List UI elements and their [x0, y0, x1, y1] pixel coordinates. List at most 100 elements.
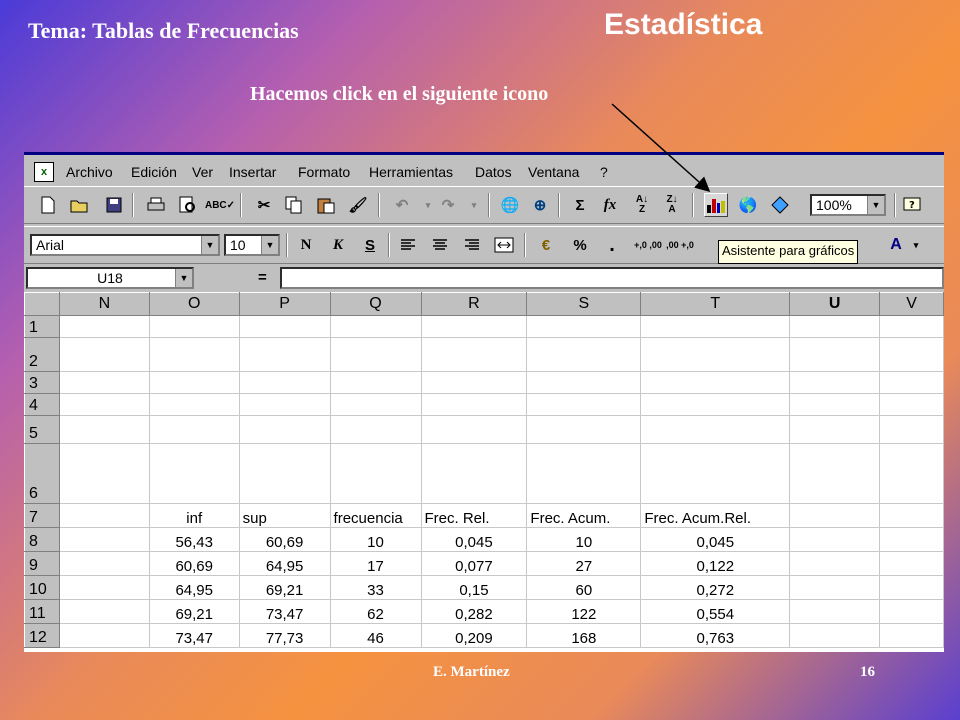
chevron-down-icon[interactable]: ▼: [201, 236, 218, 254]
cell[interactable]: 60: [526, 575, 642, 600]
autosum-icon[interactable]: Σ: [568, 193, 592, 217]
cell[interactable]: 64,95: [238, 551, 331, 576]
thousands-button[interactable]: .: [600, 233, 624, 257]
cell[interactable]: [420, 393, 528, 416]
cell[interactable]: [148, 393, 240, 416]
row-header[interactable]: 2: [24, 337, 60, 372]
cell[interactable]: [640, 415, 791, 444]
cell[interactable]: 64,95: [148, 575, 240, 600]
cell[interactable]: [879, 599, 944, 624]
italic-button[interactable]: K: [326, 233, 350, 257]
cell[interactable]: Frec. Rel.: [420, 503, 528, 528]
cell[interactable]: [526, 415, 642, 444]
font-color-dropdown-icon[interactable]: ▾: [904, 233, 928, 257]
cell[interactable]: 69,21: [148, 599, 240, 624]
cell[interactable]: 0,554: [640, 599, 791, 624]
menu-ayuda[interactable]: ?: [600, 164, 608, 180]
cell[interactable]: 60,69: [148, 551, 240, 576]
cell[interactable]: 0,045: [420, 527, 528, 552]
cell[interactable]: [879, 623, 944, 648]
cell[interactable]: [879, 415, 944, 444]
cell[interactable]: 77,73: [238, 623, 331, 648]
chevron-down-icon[interactable]: ▼: [175, 269, 192, 287]
cell[interactable]: [329, 315, 422, 338]
name-box[interactable]: U18 ▼: [26, 267, 194, 289]
column-header[interactable]: T: [640, 292, 791, 316]
web-toolbar-icon[interactable]: ⊕: [528, 193, 552, 217]
cell[interactable]: [789, 443, 881, 504]
menu-insertar[interactable]: Insertar: [229, 164, 276, 180]
paste-icon[interactable]: [314, 193, 338, 217]
cell[interactable]: [526, 337, 642, 372]
cell[interactable]: [329, 415, 422, 444]
cell[interactable]: [789, 527, 881, 552]
workbook-icon[interactable]: x: [34, 162, 54, 182]
cell[interactable]: [640, 443, 791, 504]
chevron-down-icon[interactable]: ▼: [867, 196, 884, 214]
column-header[interactable]: U: [789, 292, 881, 316]
cell[interactable]: [879, 503, 944, 528]
cell[interactable]: [789, 503, 881, 528]
row-header[interactable]: 10: [24, 575, 60, 600]
row-header[interactable]: 5: [24, 415, 60, 444]
cell[interactable]: [526, 393, 642, 416]
cell[interactable]: [879, 393, 944, 416]
cell[interactable]: [238, 315, 331, 338]
row-header[interactable]: 4: [24, 393, 60, 416]
zoom-select[interactable]: 100% ▼: [810, 194, 886, 216]
cell[interactable]: 60,69: [238, 527, 331, 552]
cell[interactable]: [58, 315, 150, 338]
currency-button[interactable]: €: [534, 233, 558, 257]
merge-center-icon[interactable]: [492, 233, 516, 257]
cell[interactable]: [789, 415, 881, 444]
chart-wizard-icon[interactable]: [704, 193, 728, 217]
cell[interactable]: frecuencia: [329, 503, 422, 528]
cell[interactable]: [879, 371, 944, 394]
cell[interactable]: 168: [526, 623, 642, 648]
new-file-icon[interactable]: [36, 193, 60, 217]
cell[interactable]: [879, 337, 944, 372]
cell[interactable]: 69,21: [238, 575, 331, 600]
cell[interactable]: [58, 415, 150, 444]
bold-button[interactable]: N: [294, 233, 318, 257]
cell[interactable]: [879, 443, 944, 504]
cell[interactable]: [526, 443, 642, 504]
cell[interactable]: Frec. Acum.Rel.: [640, 503, 791, 528]
align-left-icon[interactable]: [396, 233, 420, 257]
percent-button[interactable]: %: [568, 233, 592, 257]
cell[interactable]: [420, 315, 528, 338]
cell[interactable]: [420, 415, 528, 444]
column-header[interactable]: S: [526, 292, 642, 316]
cell[interactable]: [526, 371, 642, 394]
cell[interactable]: [58, 623, 150, 648]
underline-button[interactable]: S: [358, 233, 382, 257]
cell[interactable]: 33: [329, 575, 422, 600]
cell[interactable]: [526, 315, 642, 338]
cell[interactable]: 122: [526, 599, 642, 624]
cell[interactable]: 0,15: [420, 575, 528, 600]
column-header[interactable]: O: [148, 292, 240, 316]
menu-archivo[interactable]: Archivo: [66, 164, 113, 180]
cell[interactable]: [58, 527, 150, 552]
row-header[interactable]: 12: [24, 623, 60, 648]
cell[interactable]: [879, 527, 944, 552]
cell[interactable]: sup: [238, 503, 331, 528]
cell[interactable]: [148, 443, 240, 504]
cell[interactable]: [58, 371, 150, 394]
align-center-icon[interactable]: [428, 233, 452, 257]
row-header[interactable]: 1: [24, 315, 60, 338]
cell[interactable]: [58, 551, 150, 576]
cell[interactable]: 46: [329, 623, 422, 648]
cell[interactable]: [789, 315, 881, 338]
menu-herramientas[interactable]: Herramientas: [369, 164, 453, 180]
menu-formato[interactable]: Formato: [298, 164, 350, 180]
cell[interactable]: [58, 393, 150, 416]
column-header[interactable]: N: [58, 292, 150, 316]
cell[interactable]: 0,045: [640, 527, 791, 552]
cell[interactable]: [789, 551, 881, 576]
cell[interactable]: 10: [526, 527, 642, 552]
print-icon[interactable]: [144, 193, 168, 217]
increase-decimal-button[interactable]: +,0 ,00: [634, 233, 662, 257]
column-header[interactable]: Q: [329, 292, 422, 316]
select-all-corner[interactable]: [24, 292, 60, 316]
